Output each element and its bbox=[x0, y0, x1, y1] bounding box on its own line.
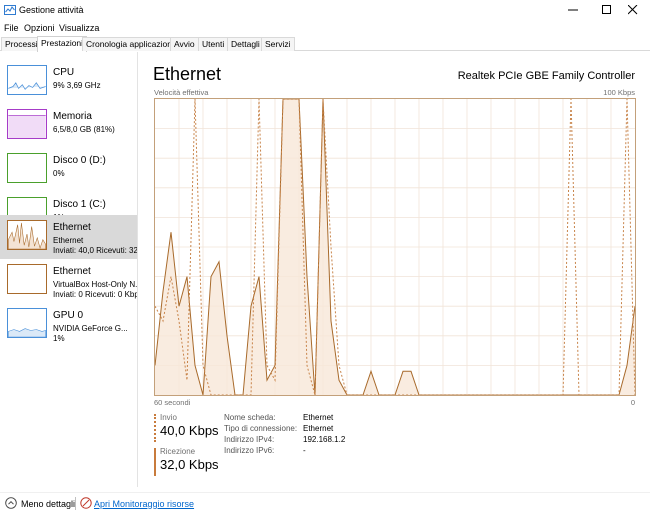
title-bar: Gestione attività bbox=[0, 0, 650, 21]
task-manager-icon bbox=[4, 5, 16, 15]
less-details-button[interactable]: Meno dettagli bbox=[21, 499, 75, 509]
window-title: Gestione attività bbox=[19, 5, 84, 15]
sidebar-item-sub2: Inviati: 0 Ricevuti: 0 Kbps bbox=[53, 290, 137, 299]
sidebar-item-sub: NVIDIA GeForce G... bbox=[53, 324, 128, 333]
chevron-up-icon[interactable] bbox=[5, 497, 17, 509]
cpu-thumbnail bbox=[7, 65, 47, 95]
info-value: 192.168.1.2 bbox=[303, 435, 346, 444]
ethernet-virtualbox-thumbnail bbox=[7, 264, 47, 294]
throughput-chart bbox=[154, 98, 636, 396]
tab-performance[interactable]: Prestazioni bbox=[37, 36, 88, 52]
send-label: Invio bbox=[160, 413, 177, 422]
open-resource-monitor-link[interactable]: Apri Monitoraggio risorse bbox=[94, 499, 194, 509]
send-stat: Invio 40,0 Kbps bbox=[156, 413, 219, 438]
sidebar-item-sub2: Inviati: 40,0 Ricevuti: 32,0 Kbps bbox=[53, 246, 137, 255]
info-value: Ethernet bbox=[303, 424, 334, 433]
ethernet-thumbnail bbox=[7, 220, 47, 250]
gpu-thumbnail bbox=[7, 308, 47, 338]
sidebar-item-cpu[interactable]: CPU 9% 3,69 GHz bbox=[0, 60, 137, 104]
sidebar-item-title: GPU 0 bbox=[53, 310, 84, 321]
adapter-name: Realtek PCIe GBE Family Controller bbox=[457, 70, 635, 82]
memory-thumbnail bbox=[7, 109, 47, 139]
receive-value: 32,0 Kbps bbox=[160, 457, 219, 472]
tab-app-history[interactable]: Cronologia applicazioni bbox=[82, 37, 178, 51]
info-value: - bbox=[303, 446, 306, 455]
maximize-icon bbox=[602, 5, 611, 14]
sidebar-item-sub: VirtualBox Host-Only N... bbox=[53, 280, 137, 289]
sidebar-item-title: CPU bbox=[53, 67, 75, 78]
sidebar-item-gpu[interactable]: GPU 0 NVIDIA GeForce G... 1% bbox=[0, 303, 137, 347]
performance-sidebar: CPU 9% 3,69 GHz Memoria 6,5/8,0 GB (81%)… bbox=[0, 52, 138, 487]
receive-label: Ricezione bbox=[160, 447, 196, 456]
menu-options[interactable]: Opzioni bbox=[24, 23, 55, 33]
sidebar-item-ethernet-virtualbox[interactable]: Ethernet VirtualBox Host-Only N... Invia… bbox=[0, 259, 137, 303]
sidebar-item-sub: 0% bbox=[53, 169, 65, 178]
menu-bar: File Opzioni Visualizza bbox=[0, 21, 650, 36]
tab-services[interactable]: Servizi bbox=[261, 37, 295, 51]
info-key: Indirizzo IPv6: bbox=[224, 446, 275, 455]
sidebar-item-title: Ethernet bbox=[53, 266, 91, 277]
tab-startup[interactable]: Avvio bbox=[170, 37, 199, 51]
sidebar-item-title: Memoria bbox=[53, 111, 92, 122]
info-value: Ethernet bbox=[303, 413, 334, 422]
close-icon bbox=[628, 5, 638, 15]
info-key: Nome scheda: bbox=[224, 413, 276, 422]
tab-processes[interactable]: Processi bbox=[1, 37, 42, 51]
menu-file[interactable]: File bbox=[4, 23, 19, 33]
sidebar-item-memory[interactable]: Memoria 6,5/8,0 GB (81%) bbox=[0, 104, 137, 148]
sidebar-item-sub2: 1% bbox=[53, 334, 65, 343]
chart-min-label: 0 bbox=[630, 398, 635, 407]
send-value: 40,0 Kbps bbox=[160, 423, 219, 438]
sidebar-item-title: Ethernet bbox=[53, 222, 91, 233]
chart-time-label: 60 secondi bbox=[154, 398, 191, 407]
sidebar-item-sub: 6,5/8,0 GB (81%) bbox=[53, 125, 115, 134]
chart-caption: Velocità effettiva bbox=[154, 88, 209, 97]
resource-monitor-icon[interactable] bbox=[80, 497, 92, 509]
tab-users[interactable]: Utenti bbox=[198, 37, 229, 51]
sidebar-item-disk-0[interactable]: Disco 0 (D:) 0% bbox=[0, 148, 137, 192]
footer-divider bbox=[75, 497, 76, 510]
sidebar-item-title: Disco 1 (C:) bbox=[53, 199, 106, 210]
disk0-thumbnail bbox=[7, 153, 47, 183]
info-key: Tipo di connessione: bbox=[224, 424, 298, 433]
sidebar-item-title: Disco 0 (D:) bbox=[53, 155, 106, 166]
sidebar-item-sub: Ethernet bbox=[53, 236, 84, 245]
sidebar-item-ethernet[interactable]: Ethernet Ethernet Inviati: 40,0 Ricevuti… bbox=[0, 215, 137, 259]
sidebar-item-sub: 9% 3,69 GHz bbox=[53, 81, 101, 90]
chart-max-label: 100 Kbps bbox=[603, 88, 635, 97]
info-key: Indirizzo IPv4: bbox=[224, 435, 275, 444]
tab-details[interactable]: Dettagli bbox=[227, 37, 264, 51]
close-button[interactable] bbox=[616, 0, 650, 21]
tab-bar: Processi Prestazioni Cronologia applicaz… bbox=[0, 36, 650, 52]
page-title: Ethernet bbox=[153, 64, 222, 84]
menu-view[interactable]: Visualizza bbox=[59, 23, 99, 33]
receive-stat: Ricezione 32,0 Kbps bbox=[156, 447, 219, 472]
minimize-icon bbox=[568, 9, 578, 11]
minimize-button[interactable] bbox=[556, 0, 590, 21]
footer: Meno dettagli Apri Monitoraggio risorse bbox=[0, 492, 650, 515]
